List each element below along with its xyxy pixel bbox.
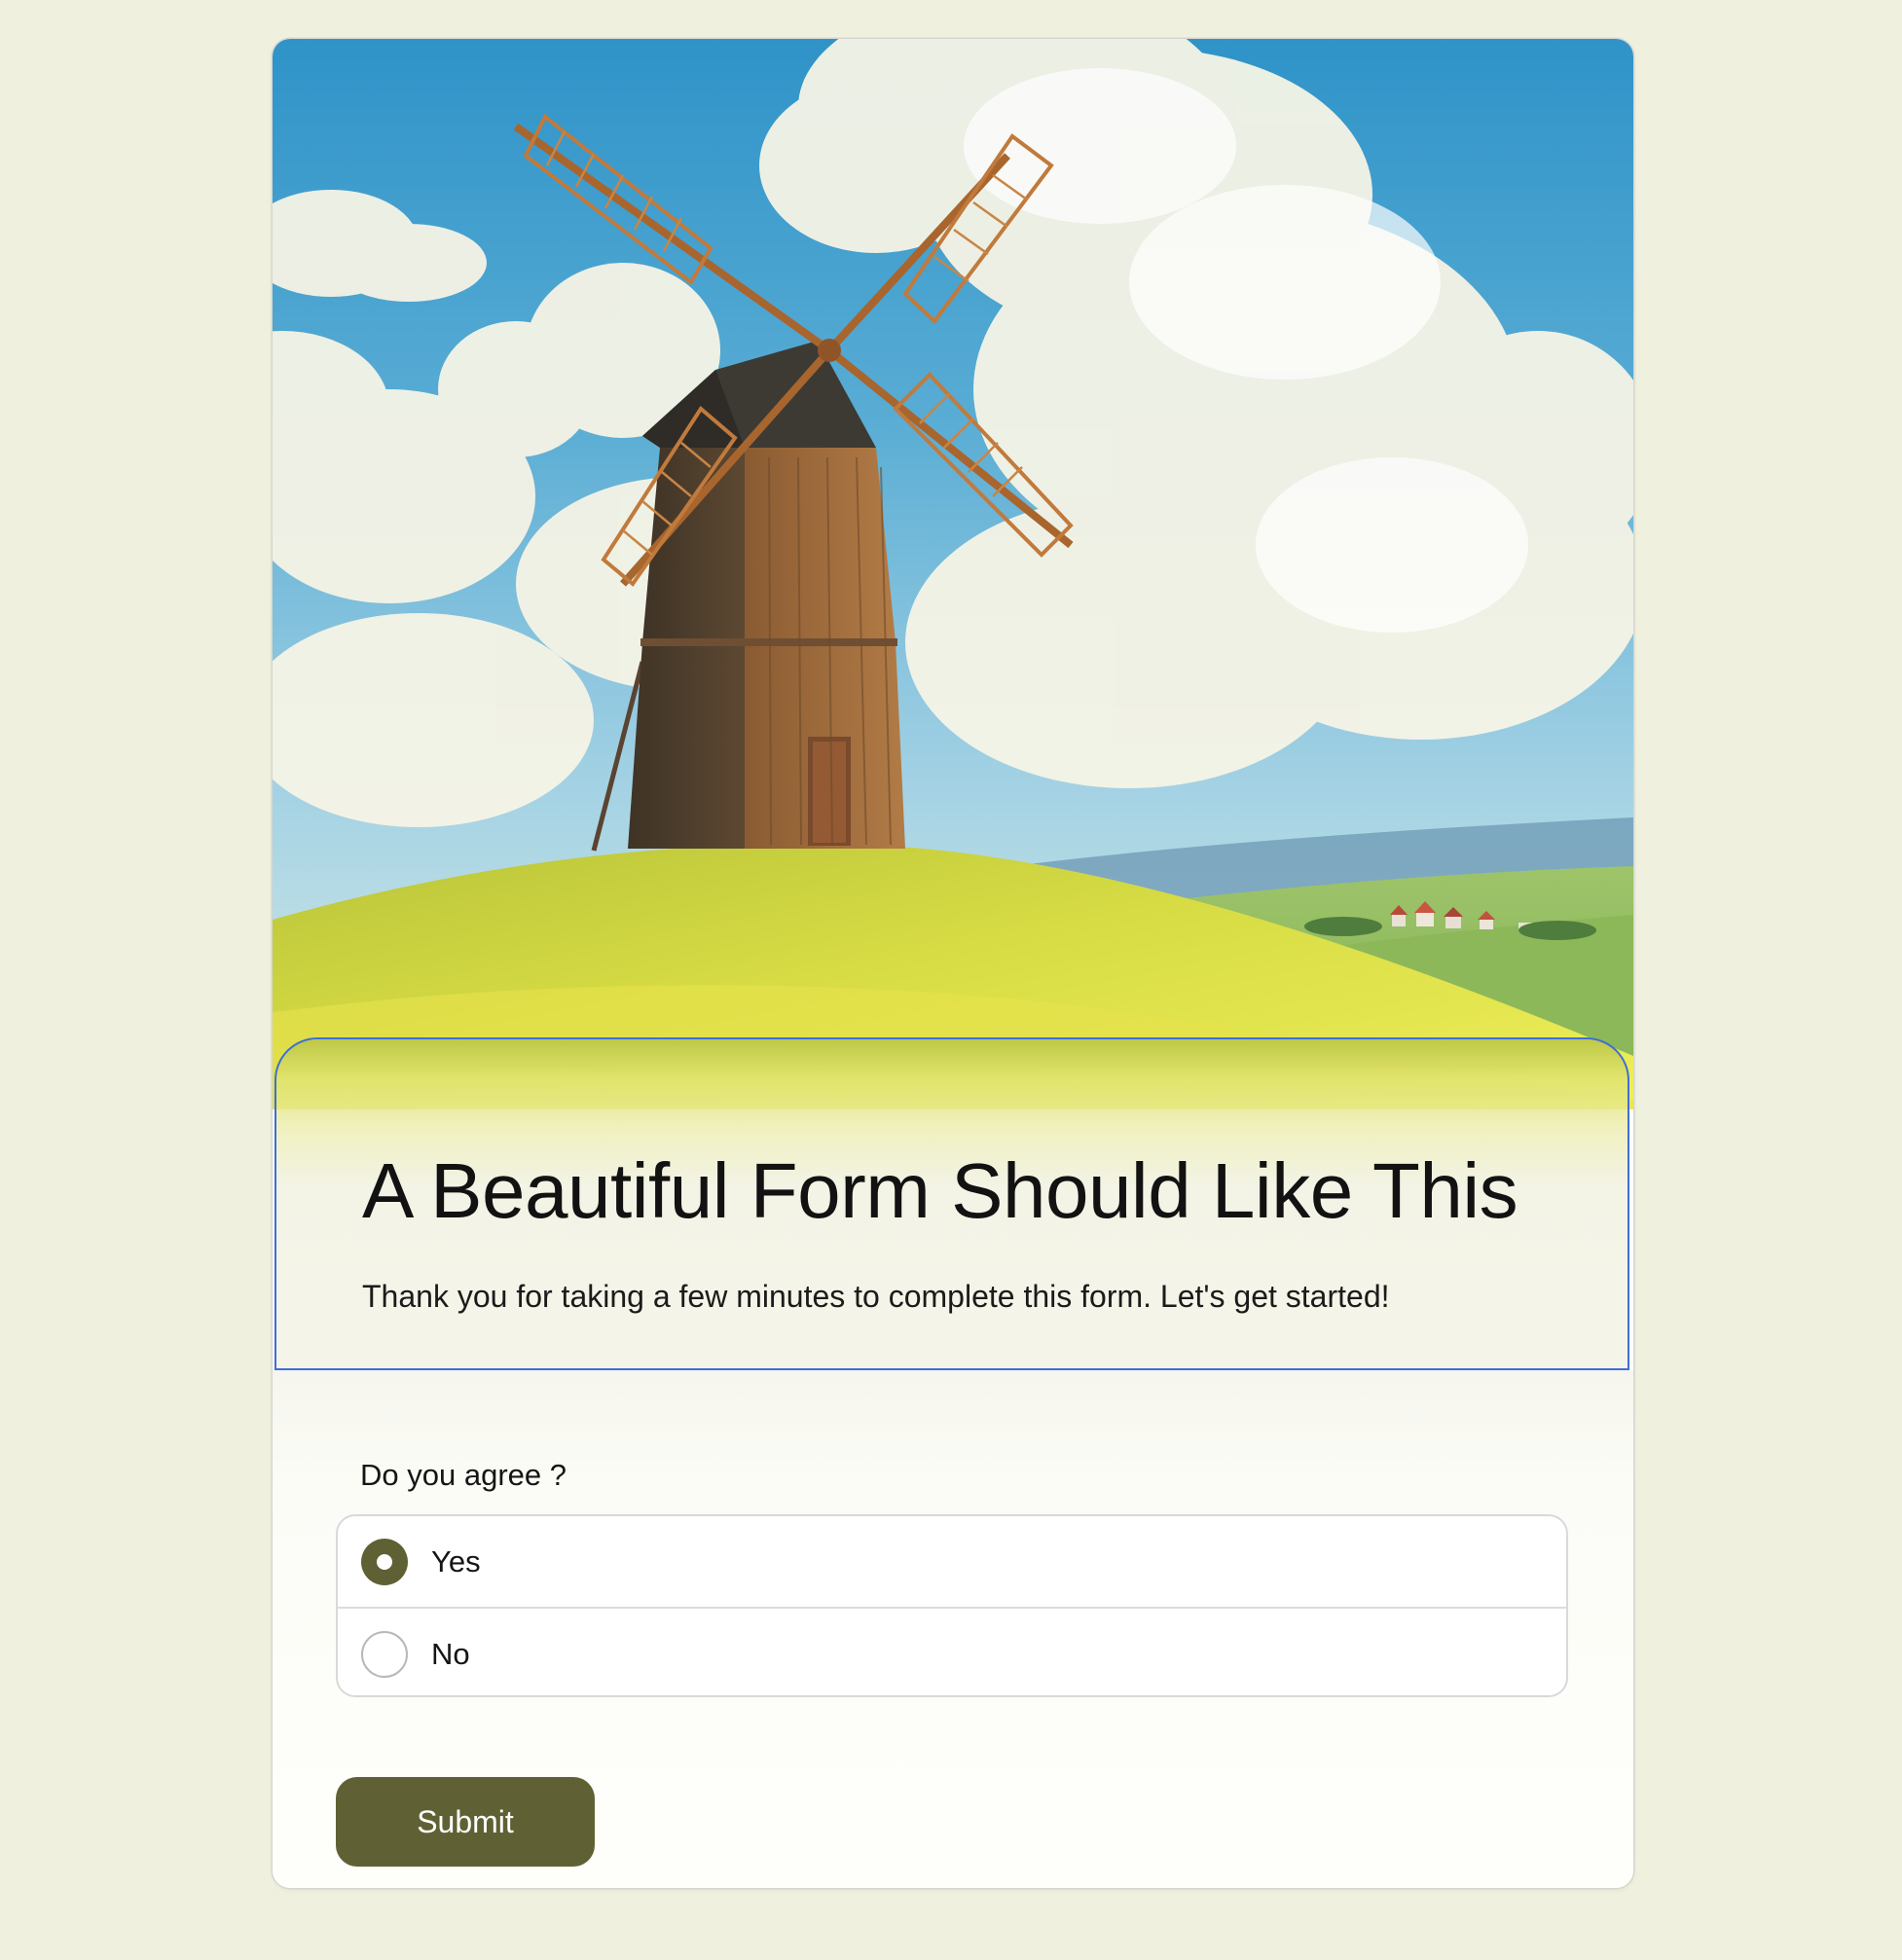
form-card: A Beautiful Form Should Like This Thank … xyxy=(273,39,1633,1888)
windmill-hero-image xyxy=(273,39,1633,1109)
option-label: Yes xyxy=(431,1543,481,1579)
form-title: A Beautiful Form Should Like This xyxy=(362,1147,1518,1234)
radio-unselected-icon[interactable] xyxy=(361,1630,408,1678)
radio-group: Yes No xyxy=(336,1514,1568,1697)
submit-button[interactable]: Submit xyxy=(336,1777,595,1867)
option-yes[interactable]: Yes xyxy=(338,1516,1566,1607)
radio-selected-icon[interactable] xyxy=(361,1538,408,1585)
form-body: Do you agree ? Yes No Submit xyxy=(273,1370,1633,1888)
form-header: A Beautiful Form Should Like This Thank … xyxy=(274,1037,1629,1370)
option-label: No xyxy=(431,1636,470,1671)
form-description: Thank you for taking a few minutes to co… xyxy=(362,1279,1390,1314)
option-no[interactable]: No xyxy=(338,1607,1566,1695)
question-label: Do you agree ? xyxy=(360,1458,567,1492)
